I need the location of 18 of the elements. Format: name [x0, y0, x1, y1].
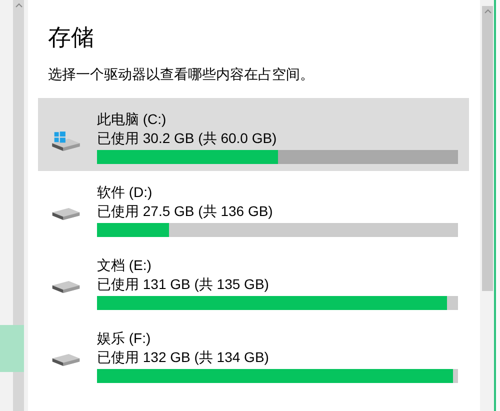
usage-text: 已使用 27.5 GB (共 136 GB) — [97, 202, 274, 221]
usage-text: 已使用 132 GB (共 134 GB) — [97, 348, 270, 367]
drive-name: 文档 (E:) — [97, 256, 152, 275]
scroll-up-icon[interactable] — [484, 8, 492, 14]
drive-name: 娱乐 (F:) — [97, 329, 152, 348]
drive-item[interactable]: 软件 (D:) 已使用 27.5 GB (共 136 GB) — [38, 171, 469, 244]
scrollbar[interactable] — [482, 6, 493, 291]
drive-name: 软件 (D:) — [97, 183, 154, 202]
usage-text: 已使用 30.2 GB (共 60.0 GB) — [97, 129, 278, 148]
drive-item[interactable]: 娱乐 (F:) 已使用 132 GB (共 134 GB) — [38, 317, 469, 390]
scroll-up-icon[interactable] — [14, 2, 22, 8]
drive-item[interactable]: 此电脑 (C:) 已使用 30.2 GB (共 60.0 GB) — [38, 98, 469, 171]
drive-item[interactable]: 文档 (E:) 已使用 131 GB (共 135 GB) — [38, 244, 469, 317]
description-text: 选择一个驱动器以查看哪些内容在占空间。 — [48, 65, 315, 84]
usage-text: 已使用 131 GB (共 135 GB) — [97, 275, 270, 294]
nav-highlight — [0, 325, 24, 372]
drive-name: 此电脑 (C:) — [97, 110, 168, 129]
page-title: 存储 — [48, 23, 95, 52]
